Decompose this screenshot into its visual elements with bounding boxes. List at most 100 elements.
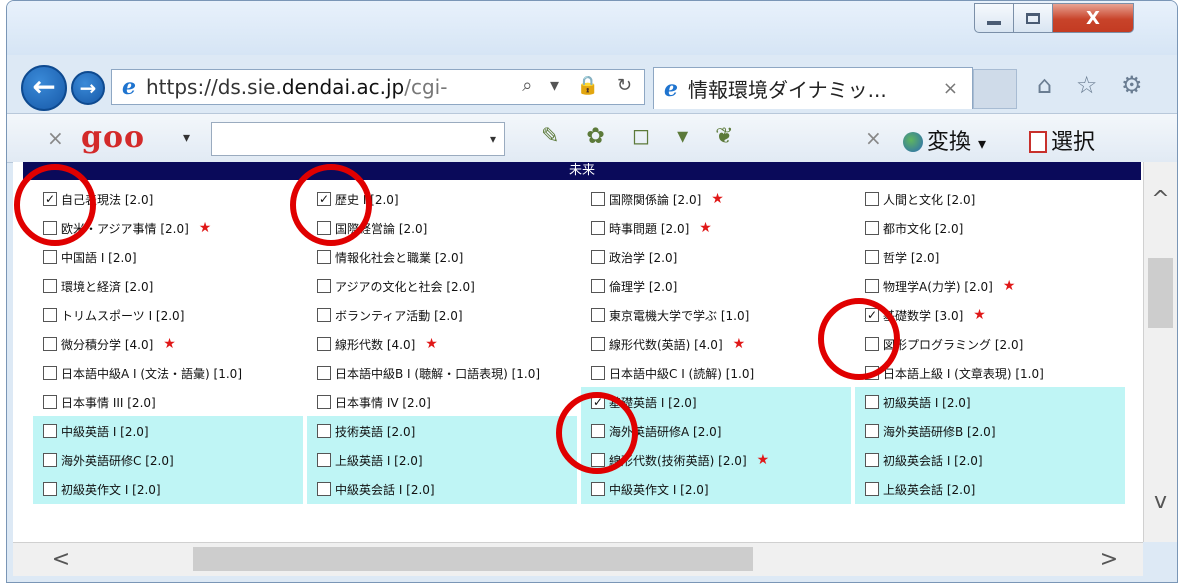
address-bar[interactable]: e https://ds.sie. dendai.ac.jp/cgi- ⌕ ▾ 🔒… xyxy=(111,69,645,105)
course-checkbox[interactable] xyxy=(43,337,57,351)
course-item: 中級英語 I [2.0] xyxy=(33,416,303,446)
course-checkbox[interactable] xyxy=(591,250,605,264)
toolbar-close-icon[interactable]: × xyxy=(47,126,64,150)
course-item: 初級英作文 I [2.0] xyxy=(33,474,303,504)
course-checkbox[interactable] xyxy=(865,192,879,206)
course-label: 中国語 I [2.0] xyxy=(61,250,137,265)
sentaku-button[interactable]: 選択 xyxy=(1029,124,1095,156)
course-label: 政治学 [2.0] xyxy=(609,250,678,265)
horizontal-scrollbar[interactable]: < > xyxy=(13,542,1143,576)
course-checkbox[interactable] xyxy=(43,482,57,496)
course-checkbox[interactable] xyxy=(317,221,331,235)
forward-arrow-icon: → xyxy=(79,76,97,100)
toolbar-close-icon-2[interactable]: × xyxy=(865,126,882,150)
course-checkbox[interactable] xyxy=(43,366,57,380)
course-checkbox[interactable] xyxy=(865,424,879,438)
scroll-up-icon[interactable]: ^ xyxy=(1144,180,1177,220)
course-checkbox[interactable] xyxy=(865,250,879,264)
course-checkbox[interactable] xyxy=(43,221,57,235)
course-checkbox[interactable] xyxy=(591,279,605,293)
course-checkbox[interactable] xyxy=(591,424,605,438)
course-checkbox[interactable] xyxy=(865,395,879,409)
course-checkbox[interactable] xyxy=(43,279,57,293)
address-action-icons[interactable]: ⌕ ▾ 🔒 ↻ xyxy=(522,75,638,96)
course-checkbox[interactable]: ✓ xyxy=(591,395,605,409)
close-icon: X xyxy=(1086,7,1100,29)
course-checkbox[interactable] xyxy=(317,279,331,293)
course-item: 図形プログラミング [2.0] xyxy=(855,329,1125,359)
course-checkbox[interactable] xyxy=(317,395,331,409)
course-checkbox[interactable] xyxy=(591,482,605,496)
new-tab-button[interactable] xyxy=(973,69,1017,109)
course-label: 日本事情 IV [2.0] xyxy=(335,395,431,410)
search-dropdown-icon[interactable]: ▾ xyxy=(490,132,496,146)
course-checkbox[interactable] xyxy=(591,221,605,235)
vertical-scrollbar[interactable]: ^ v xyxy=(1143,162,1177,542)
home-favorites-settings-icons[interactable]: ⌂ ☆ ⚙ xyxy=(1037,71,1151,99)
course-checkbox[interactable] xyxy=(865,279,879,293)
course-checkbox[interactable] xyxy=(591,453,605,467)
course-checkbox[interactable] xyxy=(43,308,57,322)
course-checkbox[interactable] xyxy=(591,192,605,206)
minimize-button[interactable] xyxy=(974,3,1014,33)
document-icon xyxy=(1029,131,1047,153)
scroll-right-icon[interactable]: > xyxy=(1091,543,1127,576)
course-checkbox[interactable] xyxy=(317,424,331,438)
course-checkbox[interactable] xyxy=(591,308,605,322)
course-checkbox[interactable] xyxy=(317,366,331,380)
course-item: 東京電機大学で学ぶ [1.0] xyxy=(581,300,851,330)
course-label: 中級英会話 I [2.0] xyxy=(335,482,435,497)
course-checkbox[interactable] xyxy=(865,453,879,467)
scroll-down-icon[interactable]: v xyxy=(1144,482,1177,522)
course-label: 日本語中級A I (文法・語彙) [1.0] xyxy=(61,366,243,381)
section-header: 未来 xyxy=(23,162,1141,180)
horizontal-scroll-thumb[interactable] xyxy=(193,547,753,571)
course-checkbox[interactable] xyxy=(591,366,605,380)
course-checkbox[interactable] xyxy=(865,221,879,235)
browser-tab[interactable]: e 情報環境ダイナミッ... × xyxy=(653,67,973,109)
course-checkbox[interactable] xyxy=(865,482,879,496)
course-checkbox[interactable] xyxy=(43,250,57,264)
course-checkbox[interactable] xyxy=(865,366,879,380)
goo-logo[interactable]: goo xyxy=(81,120,145,155)
henkan-button[interactable]: 変換 ▾ xyxy=(903,124,986,156)
course-checkbox[interactable] xyxy=(317,482,331,496)
course-checkbox[interactable]: ✓ xyxy=(865,308,879,322)
back-button[interactable]: ← xyxy=(21,65,67,111)
tab-close-icon[interactable]: × xyxy=(943,78,958,99)
required-star-icon: ★ xyxy=(198,220,212,236)
course-item: 国際経営論 [2.0] xyxy=(307,213,577,243)
close-button[interactable]: X xyxy=(1052,3,1134,33)
goo-menu-arrow-icon[interactable]: ▾ xyxy=(183,130,190,146)
course-checkbox[interactable] xyxy=(317,250,331,264)
course-label: 上級英会話 [2.0] xyxy=(883,482,976,497)
course-label: トリムスポーツ I [2.0] xyxy=(61,308,185,323)
course-checkbox[interactable]: ✓ xyxy=(43,192,57,206)
course-checkbox[interactable] xyxy=(43,453,57,467)
course-label: 物理学A(力学) [2.0] xyxy=(883,279,993,294)
course-item: 都市文化 [2.0] xyxy=(855,213,1125,243)
forward-button[interactable]: → xyxy=(71,71,105,105)
course-checkbox[interactable] xyxy=(317,308,331,322)
course-checkbox[interactable]: ✓ xyxy=(317,192,331,206)
course-label: 線形代数(技術英語) [2.0] xyxy=(609,453,747,468)
required-star-icon: ★ xyxy=(1002,278,1016,294)
course-checkbox[interactable] xyxy=(43,395,57,409)
course-checkbox[interactable] xyxy=(43,424,57,438)
course-item: トリムスポーツ I [2.0] xyxy=(33,300,303,330)
course-label: 日本事情 III [2.0] xyxy=(61,395,156,410)
sentaku-label: 選択 xyxy=(1051,130,1096,155)
course-checkbox[interactable] xyxy=(591,337,605,351)
vertical-scroll-thumb[interactable] xyxy=(1148,258,1173,328)
course-item: アジアの文化と社会 [2.0] xyxy=(307,271,577,301)
course-checkbox[interactable] xyxy=(317,453,331,467)
course-label: 国際関係論 [2.0] xyxy=(609,192,702,207)
course-item: 哲学 [2.0] xyxy=(855,242,1125,272)
course-checkbox[interactable] xyxy=(317,337,331,351)
toolbar-search-input[interactable]: ▾ xyxy=(211,122,505,156)
course-item: 情報化社会と職業 [2.0] xyxy=(307,242,577,272)
course-checkbox[interactable] xyxy=(865,337,879,351)
toolbar-tool-icons[interactable]: ✎ ✿ ◻ ▾ ❦ xyxy=(541,124,744,149)
scroll-left-icon[interactable]: < xyxy=(43,543,79,576)
maximize-button[interactable] xyxy=(1013,3,1053,33)
